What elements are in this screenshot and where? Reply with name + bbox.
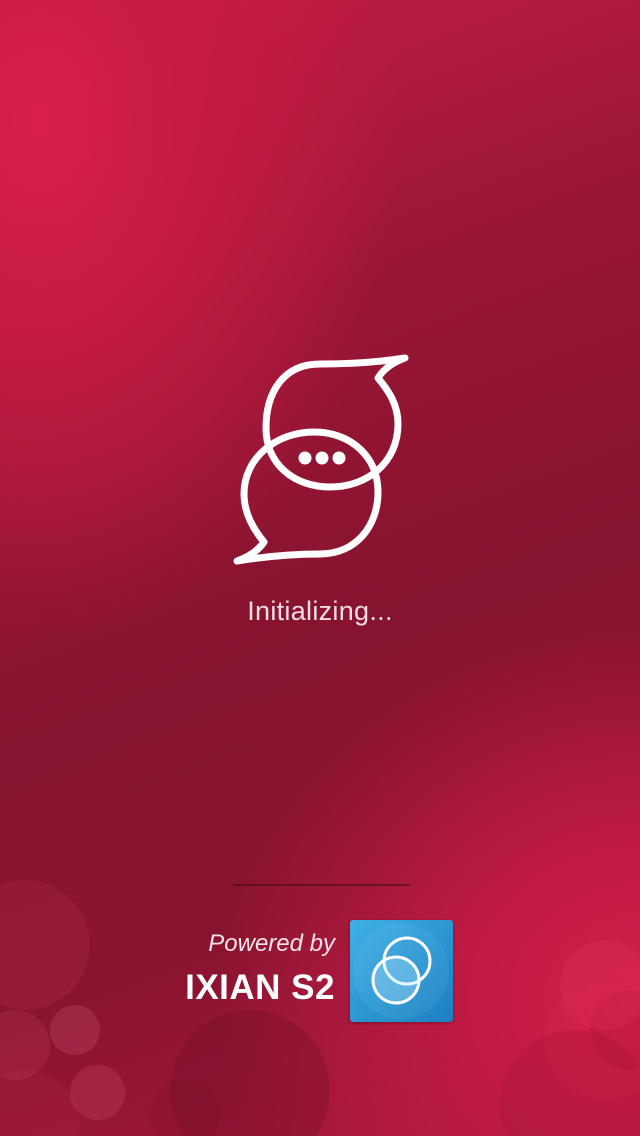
bokeh-circle <box>50 1005 100 1055</box>
loading-status-text: Initializing... <box>247 596 393 626</box>
bokeh-circle <box>500 1030 640 1136</box>
powered-by-label: Powered by <box>208 930 335 957</box>
splash-background <box>0 0 640 1136</box>
overlapping-circles-icon <box>353 923 449 1019</box>
brand-logo-tile <box>350 920 453 1022</box>
bokeh-circle <box>0 1070 80 1136</box>
app-logo <box>230 352 410 567</box>
bokeh-circle <box>0 880 90 1010</box>
overlapping-chat-bubbles-icon <box>233 354 409 565</box>
bokeh-circle <box>560 940 640 1030</box>
brand-name: IXIAN S2 <box>185 968 335 1007</box>
footer-divider <box>233 884 410 886</box>
